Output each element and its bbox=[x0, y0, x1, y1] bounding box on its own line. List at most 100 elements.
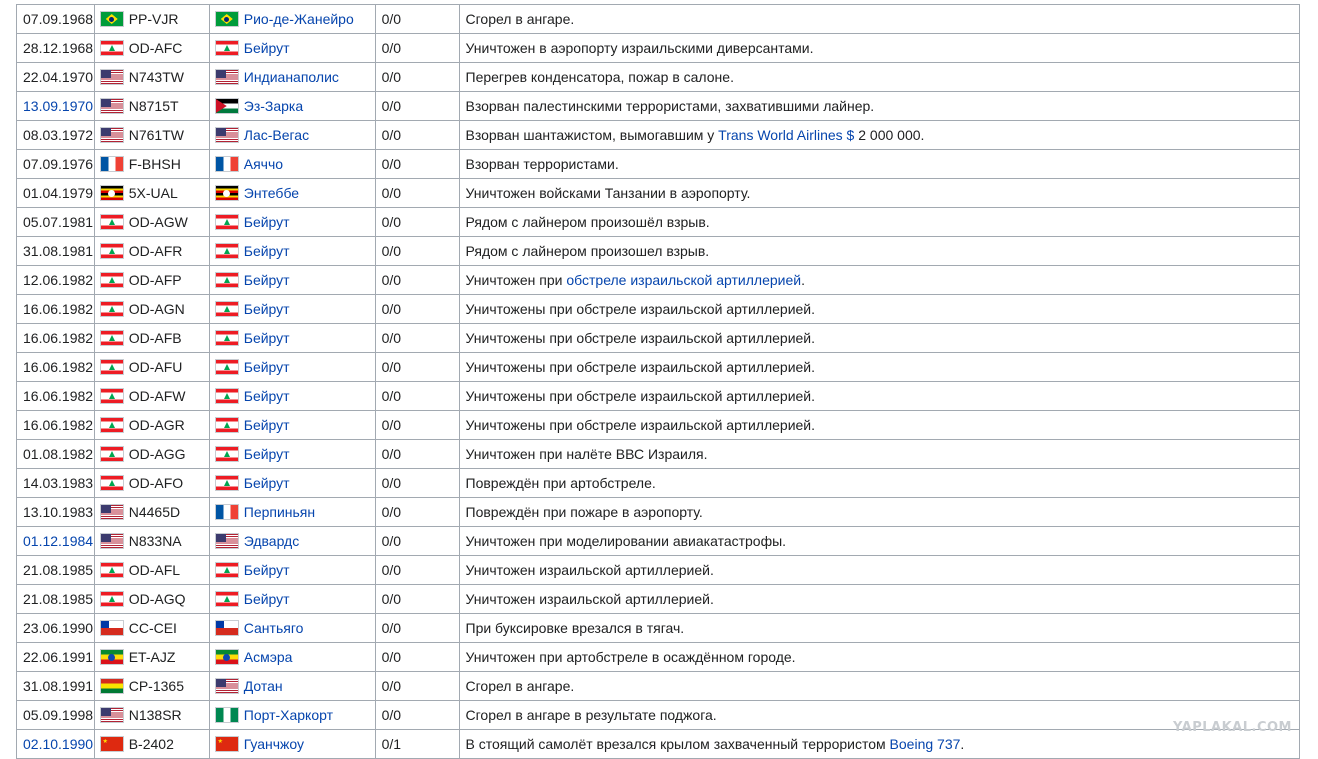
flag-cn-icon bbox=[100, 737, 123, 751]
registration-text: OD-AFO bbox=[128, 475, 184, 491]
casualties-cell: 0/0 bbox=[374, 149, 460, 179]
flag-lb-icon bbox=[100, 418, 123, 432]
location-link[interactable]: Перпиньян bbox=[244, 504, 315, 520]
casualties-cell: 0/1 bbox=[374, 729, 460, 759]
location-link[interactable]: Аяччо bbox=[244, 156, 283, 172]
registration-cell: OD-AGW bbox=[93, 207, 210, 237]
description-text: Сгорел в ангаре в результате поджога. bbox=[465, 707, 717, 723]
location-link[interactable]: Лас-Вегас bbox=[244, 127, 309, 143]
description-link[interactable]: Boeing 737 bbox=[890, 736, 961, 752]
location-link[interactable]: Бейрут bbox=[244, 330, 290, 346]
location-link[interactable]: Бейрут bbox=[244, 359, 290, 375]
location-link[interactable]: Индианаполис bbox=[244, 69, 339, 85]
flag-us-icon bbox=[215, 128, 238, 142]
location-link[interactable]: Бейрут bbox=[244, 417, 290, 433]
date-text: 22.04.1970 bbox=[23, 69, 94, 85]
table-row: 31.08.1991 CP-1365 Дотан 0/0 Сгорел в ангаре… bbox=[16, 671, 1300, 701]
location-link[interactable]: Энтеббе bbox=[244, 185, 299, 201]
location-link[interactable]: Бейрут bbox=[244, 475, 290, 491]
location-link[interactable]: Дотан bbox=[244, 678, 283, 694]
location-link[interactable]: Бейрут bbox=[244, 272, 290, 288]
casualties-cell: 0/0 bbox=[374, 497, 460, 527]
location-link[interactable]: Бейрут bbox=[244, 562, 290, 578]
registration-text: N8715T bbox=[128, 98, 179, 114]
location-link[interactable]: Сантьяго bbox=[244, 620, 304, 636]
location-link[interactable]: Бейрут bbox=[244, 214, 290, 230]
casualties-cell: 0/0 bbox=[374, 294, 460, 324]
casualties-cell: 0/0 bbox=[374, 671, 460, 701]
flag-fr-icon bbox=[100, 157, 123, 171]
description-link[interactable]: Trans World Airlines $ bbox=[718, 127, 854, 143]
flag-lb-icon bbox=[100, 331, 123, 345]
date-cell: 07.09.1968 bbox=[16, 4, 95, 34]
description-cell: Взорван палестинскими террористами, захв… bbox=[458, 91, 1300, 121]
date-link[interactable]: 13.09.1970 bbox=[23, 98, 93, 114]
casualties-cell: 0/0 bbox=[374, 62, 460, 92]
date-cell: 13.09.1970 bbox=[16, 91, 95, 121]
description-cell: Взорван шантажистом, вымогавшим у Trans … bbox=[458, 120, 1300, 150]
location-link[interactable]: Бейрут bbox=[244, 446, 290, 462]
location-link[interactable]: Эдвардс bbox=[244, 533, 299, 549]
flag-lb-icon bbox=[100, 447, 123, 461]
date-text: 07.09.1976 bbox=[23, 156, 94, 172]
table-row: 08.03.1972 N761TW Лас-Вегас 0/0 Взорван шант… bbox=[16, 120, 1300, 150]
description-text: Уничтожены при обстреле израильской арти… bbox=[465, 417, 816, 433]
location-link[interactable]: Порт-Харкорт bbox=[244, 707, 333, 723]
description-cell: Сгорел в ангаре. bbox=[458, 671, 1300, 701]
flag-cl-icon bbox=[215, 621, 238, 635]
flag-lb-icon bbox=[100, 215, 123, 229]
location-link[interactable]: Бейрут bbox=[244, 388, 290, 404]
registration-text: OD-AGW bbox=[128, 214, 188, 230]
date-cell: 22.04.1970 bbox=[16, 62, 95, 92]
date-text: 12.06.1982 bbox=[23, 272, 94, 288]
description-text: В стоящий самолёт врезался крылом захвач… bbox=[465, 736, 890, 752]
date-cell: 05.09.1998 bbox=[16, 700, 95, 730]
date-link[interactable]: 01.12.1984 bbox=[23, 533, 93, 549]
casualties-cell: 0/0 bbox=[374, 352, 460, 382]
location-cell: Бейрут bbox=[208, 207, 376, 237]
location-link[interactable]: Асмэра bbox=[244, 649, 293, 665]
registration-text: OD-AFP bbox=[128, 272, 182, 288]
date-text: 31.08.1981 bbox=[23, 243, 94, 259]
location-link[interactable]: Бейрут bbox=[244, 591, 290, 607]
table-row: 21.08.1985 OD-AGQ Бейрут 0/0 Уничтожен израи… bbox=[16, 584, 1300, 614]
location-link[interactable]: Рио-де-Жанейро bbox=[244, 11, 354, 27]
location-cell: Бейрут bbox=[208, 236, 376, 266]
location-cell: Бейрут bbox=[208, 410, 376, 440]
flag-cl-icon bbox=[100, 621, 123, 635]
description-cell: Уничтожен при артобстреле в осаждённом г… bbox=[458, 642, 1300, 672]
location-link[interactable]: Эз-Зарка bbox=[244, 98, 303, 114]
description-text: Уничтожены при обстреле израильской арти… bbox=[465, 388, 816, 404]
date-text: 21.08.1985 bbox=[23, 562, 94, 578]
date-text: 16.06.1982 bbox=[23, 359, 94, 375]
flag-lb-icon bbox=[100, 273, 123, 287]
description-link[interactable]: обстреле израильской артиллерией bbox=[566, 272, 801, 288]
description-text: Уничтожен при артобстреле в осаждённом г… bbox=[465, 649, 796, 665]
date-cell: 23.06.1990 bbox=[16, 613, 95, 643]
flag-lb-icon bbox=[215, 418, 238, 432]
location-cell: Бейрут bbox=[208, 555, 376, 585]
description-cell: Повреждён при пожаре в аэропорту. bbox=[458, 497, 1300, 527]
location-cell: Бейрут bbox=[208, 352, 376, 382]
location-link[interactable]: Бейрут bbox=[244, 301, 290, 317]
location-cell: Индианаполис bbox=[208, 62, 376, 92]
flag-lb-icon bbox=[100, 244, 123, 258]
location-link[interactable]: Бейрут bbox=[244, 40, 290, 56]
location-cell: Бейрут bbox=[208, 33, 376, 63]
date-link[interactable]: 02.10.1990 bbox=[23, 736, 93, 752]
registration-text: 5X-UAL bbox=[128, 185, 178, 201]
location-cell: Асмэра bbox=[208, 642, 376, 672]
registration-text: N138SR bbox=[128, 707, 182, 723]
location-link[interactable]: Гуанчжоу bbox=[244, 736, 304, 752]
date-cell: 05.07.1981 bbox=[16, 207, 95, 237]
flag-lb-icon bbox=[100, 476, 123, 490]
date-text: 22.06.1991 bbox=[23, 649, 94, 665]
casualties-cell: 0/0 bbox=[374, 439, 460, 469]
location-link[interactable]: Бейрут bbox=[244, 243, 290, 259]
description-text: Уничтожен войсками Танзании в аэропорту. bbox=[465, 185, 751, 201]
table-row: 05.07.1981 OD-AGW Бейрут 0/0 Рядом с лайнеро… bbox=[16, 207, 1300, 237]
flag-lb-icon bbox=[215, 215, 238, 229]
flag-us-icon bbox=[100, 505, 123, 519]
casualties-cell: 0/0 bbox=[374, 381, 460, 411]
description-cell: Уничтожены при обстреле израильской арти… bbox=[458, 294, 1300, 324]
